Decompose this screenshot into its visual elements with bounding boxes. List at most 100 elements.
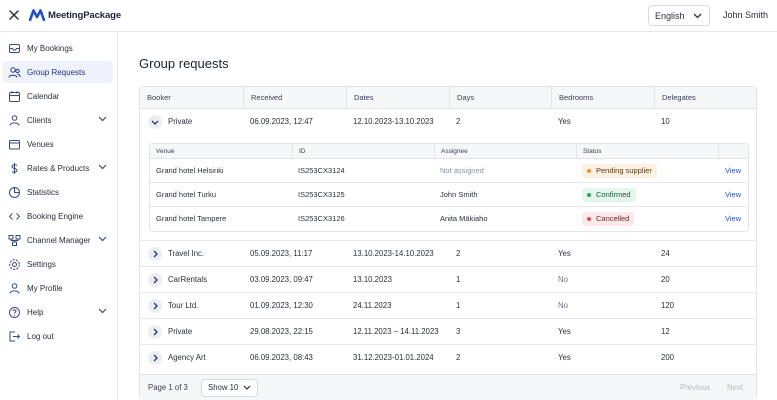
column-header[interactable]: Delegates <box>654 87 756 109</box>
booker-cell: Tour Ltd. <box>168 301 199 310</box>
sidebar-item-venues[interactable]: Venues <box>3 133 113 155</box>
id-cell: IS253CX3124 <box>298 166 345 175</box>
view-link[interactable]: View <box>725 207 741 231</box>
sidebar-item-label: Log out <box>27 331 54 341</box>
sidebar-item-group-requests[interactable]: Group Requests <box>3 61 113 83</box>
close-icon[interactable] <box>7 8 21 22</box>
clients-icon <box>8 114 21 127</box>
sidebar-item-label: Statistics <box>27 187 60 197</box>
booker-cell: Private <box>168 117 193 126</box>
logout-icon <box>8 330 21 343</box>
dates-cell: 13.10.2023 <box>353 275 393 284</box>
booker-cell: CarRentals <box>168 275 207 284</box>
top-bar: MeetingPackage English John Smith <box>0 0 777 32</box>
expand-button[interactable] <box>148 273 162 287</box>
sidebar-item-my-bookings[interactable]: My Bookings <box>3 37 113 59</box>
subcolumn-header: ID <box>292 144 434 159</box>
table-row[interactable]: Travel Inc. 05.09.2023, 11:17 13.10.2023… <box>140 241 756 267</box>
dates-cell: 12.11.2023 – 14.11.2023 <box>353 327 439 336</box>
bedrooms-cell: No <box>558 275 568 284</box>
sidebar-item-label: My Profile <box>27 283 63 293</box>
received-cell: 03.09.2023, 09:47 <box>250 275 313 284</box>
sidebar-item-label: Settings <box>27 259 56 269</box>
delegates-cell: 24 <box>661 249 670 258</box>
user-icon <box>8 282 21 295</box>
venue-cell: Grand hotel Turku <box>156 190 217 199</box>
sidebar-item-rates-products[interactable]: Rates & Products <box>3 157 113 179</box>
table-row[interactable]: CarRentals 03.09.2023, 09:47 13.10.2023 … <box>140 267 756 293</box>
collapse-button[interactable] <box>148 115 162 129</box>
bedrooms-cell: No <box>558 301 568 310</box>
venues-icon <box>8 138 21 151</box>
days-cell: 1 <box>456 301 461 310</box>
sidebar-item-statistics[interactable]: Statistics <box>3 181 113 203</box>
inbox-icon <box>8 42 21 55</box>
column-header[interactable]: Received <box>243 87 346 109</box>
previous-button[interactable]: Previous <box>680 375 710 400</box>
page-size-value: Show 10 <box>208 383 239 392</box>
received-cell: 06.09.2023, 12:47 <box>250 117 313 126</box>
dollar-icon <box>8 162 21 175</box>
expand-button[interactable] <box>148 325 162 339</box>
column-header[interactable]: Bedrooms <box>551 87 654 109</box>
dates-cell: 24.11.2023 <box>353 301 392 310</box>
received-cell: 06.09.2023, 08:43 <box>250 353 313 362</box>
sidebar-item-channel-manager[interactable]: Channel Manager <box>3 229 113 251</box>
chevron-down-icon <box>98 308 107 314</box>
pie-chart-icon <box>8 186 21 199</box>
sidebar-item-help[interactable]: Help <box>3 301 113 323</box>
sidebar: My Bookings Group Requests Calendar Clie… <box>0 32 118 400</box>
table-row[interactable]: Private 29.08.2023, 22:15 12.11.2023 – 1… <box>140 319 756 345</box>
user-name[interactable]: John Smith <box>723 10 768 20</box>
sidebar-item-my-profile[interactable]: My Profile <box>3 277 113 299</box>
sidebar-item-log-out[interactable]: Log out <box>3 325 113 347</box>
delegates-cell: 12 <box>661 327 670 336</box>
sidebar-item-clients[interactable]: Clients <box>3 109 113 131</box>
language-select[interactable]: English <box>648 5 710 26</box>
view-link[interactable]: View <box>725 183 741 207</box>
table-row[interactable]: Agency Art 06.09.2023, 08:43 31.12.2023-… <box>140 345 756 371</box>
expand-button[interactable] <box>148 299 162 313</box>
page-info: Page 1 of 3 <box>148 383 188 392</box>
sidebar-item-settings[interactable]: Settings <box>3 253 113 275</box>
chevron-down-icon <box>98 164 107 170</box>
logo-text: MeetingPackage <box>48 9 122 21</box>
next-button[interactable]: Next <box>727 375 743 400</box>
booker-cell: Travel Inc. <box>168 249 205 258</box>
view-link[interactable]: View <box>725 159 741 183</box>
venue-subtable: Venue ID Assignee Status Grand hotel Hel… <box>149 143 749 232</box>
sidebar-item-booking-engine[interactable]: Booking Engine <box>3 205 113 227</box>
delegates-cell: 200 <box>661 353 675 362</box>
table-row[interactable]: Tour Ltd. 01.09.2023, 12:30 24.11.2023 1… <box>140 293 756 319</box>
days-cell: 2 <box>456 117 461 126</box>
sidebar-item-label: My Bookings <box>27 43 73 53</box>
gear-icon <box>8 258 21 271</box>
page-size-select[interactable]: Show 10 <box>201 379 258 397</box>
language-value: English <box>655 10 685 21</box>
column-header[interactable]: Booker <box>140 87 243 109</box>
sidebar-item-label: Help <box>27 307 44 317</box>
table-row-expanded[interactable]: Private 06.09.2023, 12:47 12.10.2023-13.… <box>140 109 756 241</box>
group-icon <box>8 66 21 79</box>
id-cell: IS253CX3126 <box>298 214 345 223</box>
sidebar-item-label: Booking Engine <box>27 211 84 221</box>
status-badge: Cancelled <box>582 212 635 226</box>
sidebar-item-label: Channel Manager <box>27 235 91 245</box>
column-header[interactable]: Dates <box>346 87 449 109</box>
chevron-right-icon <box>153 354 158 362</box>
subtable-row: Grand hotel Helsinki IS253CX3124 Not ass… <box>150 159 748 183</box>
received-cell: 01.09.2023, 12:30 <box>250 301 313 310</box>
chevron-down-icon <box>243 385 251 390</box>
logo[interactable]: MeetingPackage <box>29 9 121 21</box>
expand-button[interactable] <box>148 247 162 261</box>
dates-cell: 31.12.2023-01.01.2024 <box>353 353 434 362</box>
table-header: Booker Received Dates Days Bedrooms Dele… <box>140 87 756 109</box>
column-header[interactable]: Days <box>449 87 551 109</box>
received-cell: 05.09.2023, 11:17 <box>250 249 313 258</box>
subcolumn-header: Venue <box>156 148 175 155</box>
days-cell: 3 <box>456 327 461 336</box>
expand-button[interactable] <box>148 351 162 365</box>
received-cell: 29.08.2023, 22:15 <box>250 327 313 336</box>
sidebar-item-calendar[interactable]: Calendar <box>3 85 113 107</box>
bedrooms-cell: Yes <box>558 327 571 336</box>
